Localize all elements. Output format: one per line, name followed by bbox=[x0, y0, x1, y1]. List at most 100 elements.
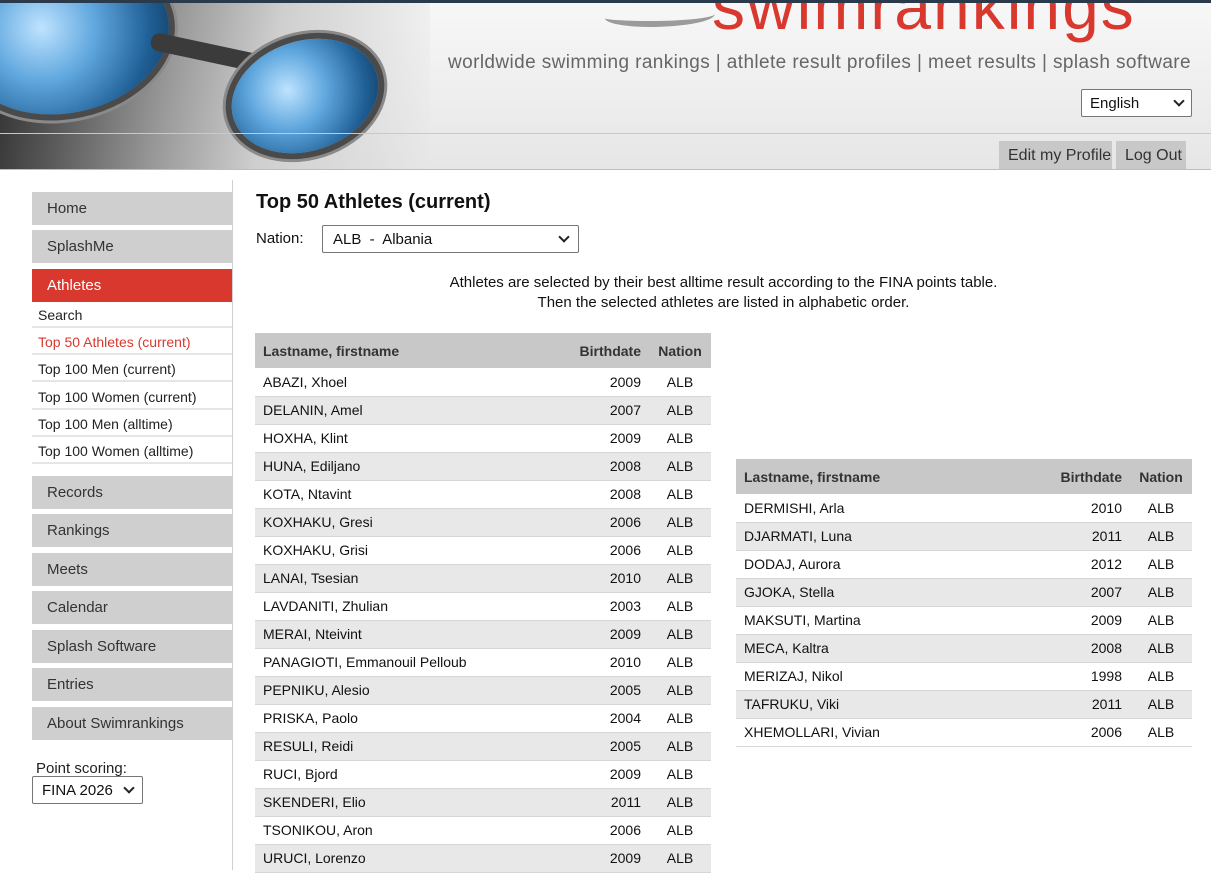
athlete-nation: ALB bbox=[1130, 494, 1192, 523]
table-row[interactable]: URUCI, Lorenzo 2009 ALB bbox=[255, 844, 711, 873]
athlete-birthdate: 2005 bbox=[569, 676, 649, 705]
table-row[interactable]: PRISKA, Paolo 2004 ALB bbox=[255, 704, 711, 733]
athlete-nation: ALB bbox=[1130, 634, 1192, 663]
table-row[interactable]: RESULI, Reidi 2005 ALB bbox=[255, 732, 711, 761]
athlete-name[interactable]: KOTA, Ntavint bbox=[255, 480, 569, 509]
table-row[interactable]: HOXHA, Klint 2009 ALB bbox=[255, 424, 711, 453]
language-select[interactable]: English bbox=[1081, 89, 1192, 117]
athlete-name[interactable]: TSONIKOU, Aron bbox=[255, 816, 569, 845]
table-row[interactable]: GJOKA, Stella 2007 ALB bbox=[736, 578, 1192, 607]
sub-top100-men-current[interactable]: Top 100 Men (current) bbox=[32, 357, 232, 382]
nav-records[interactable]: Records bbox=[32, 476, 232, 509]
athlete-birthdate: 2004 bbox=[569, 704, 649, 733]
athlete-name[interactable]: MAKSUTI, Martina bbox=[736, 606, 1050, 635]
athlete-name[interactable]: KOXHAKU, Gresi bbox=[255, 508, 569, 537]
edit-profile-button[interactable]: Edit my Profile bbox=[999, 141, 1112, 170]
athlete-nation: ALB bbox=[649, 704, 711, 733]
col-birthdate-header[interactable]: Birthdate bbox=[569, 333, 649, 368]
athlete-name[interactable]: PRISKA, Paolo bbox=[255, 704, 569, 733]
col-name-header[interactable]: Lastname, firstname bbox=[255, 333, 569, 368]
nation-label: Nation: bbox=[256, 230, 304, 247]
nav-meets[interactable]: Meets bbox=[32, 553, 232, 586]
athlete-nation: ALB bbox=[649, 732, 711, 761]
table-row[interactable]: MECA, Kaltra 2008 ALB bbox=[736, 634, 1192, 663]
site-header: swimrankings worldwide swimming rankings… bbox=[0, 3, 1211, 170]
table-row[interactable]: TSONIKOU, Aron 2006 ALB bbox=[255, 816, 711, 845]
table-header-row: Lastname, firstname Birthdate Nation bbox=[255, 333, 711, 368]
table-row[interactable]: RUCI, Bjord 2009 ALB bbox=[255, 760, 711, 789]
sub-top100-men-alltime[interactable]: Top 100 Men (alltime) bbox=[32, 412, 232, 437]
athlete-name[interactable]: GJOKA, Stella bbox=[736, 578, 1050, 607]
athletes-table-left: Lastname, firstname Birthdate Nation ABA… bbox=[255, 333, 711, 873]
col-birthdate-header[interactable]: Birthdate bbox=[1050, 459, 1130, 494]
nav-calendar[interactable]: Calendar bbox=[32, 591, 232, 624]
athlete-name[interactable]: MERAI, Nteivint bbox=[255, 620, 569, 649]
table-row[interactable]: DERMISHI, Arla 2010 ALB bbox=[736, 494, 1192, 523]
athlete-name[interactable]: MERIZAJ, Nikol bbox=[736, 662, 1050, 691]
athlete-name[interactable]: LANAI, Tsesian bbox=[255, 564, 569, 593]
sub-search[interactable]: Search bbox=[32, 303, 232, 328]
athlete-nation: ALB bbox=[1130, 662, 1192, 691]
table-row[interactable]: TAFRUKU, Viki 2011 ALB bbox=[736, 690, 1192, 719]
nation-select[interactable]: ALB - Albania bbox=[322, 225, 579, 253]
athlete-birthdate: 2011 bbox=[569, 788, 649, 817]
table-row[interactable]: MERIZAJ, Nikol 1998 ALB bbox=[736, 662, 1192, 691]
athlete-name[interactable]: ABAZI, Xhoel bbox=[255, 368, 569, 397]
sub-top100-women-alltime[interactable]: Top 100 Women (alltime) bbox=[32, 439, 232, 464]
athlete-name[interactable]: HOXHA, Klint bbox=[255, 424, 569, 453]
table-row[interactable]: PANAGIOTI, Emmanouil Pelloub 2010 ALB bbox=[255, 648, 711, 677]
athlete-name[interactable]: DELANIN, Amel bbox=[255, 396, 569, 425]
table-row[interactable]: KOXHAKU, Gresi 2006 ALB bbox=[255, 508, 711, 537]
athlete-nation: ALB bbox=[649, 452, 711, 481]
athlete-name[interactable]: DERMISHI, Arla bbox=[736, 494, 1050, 523]
nav-splash-software[interactable]: Splash Software bbox=[32, 630, 232, 663]
table-row[interactable]: PEPNIKU, Alesio 2005 ALB bbox=[255, 676, 711, 705]
nav-about[interactable]: About Swimrankings bbox=[32, 707, 232, 740]
athlete-birthdate: 2007 bbox=[569, 396, 649, 425]
sub-top100-women-current[interactable]: Top 100 Women (current) bbox=[32, 385, 232, 410]
athlete-name[interactable]: PEPNIKU, Alesio bbox=[255, 676, 569, 705]
nav-rankings[interactable]: Rankings bbox=[32, 514, 232, 547]
nav-splashme[interactable]: SplashMe bbox=[32, 230, 232, 263]
athlete-name[interactable]: SKENDERI, Elio bbox=[255, 788, 569, 817]
athlete-birthdate: 2011 bbox=[1050, 522, 1130, 551]
site-logo[interactable]: swimrankings bbox=[712, 3, 1136, 41]
table-row[interactable]: KOTA, Ntavint 2008 ALB bbox=[255, 480, 711, 509]
athlete-name[interactable]: RUCI, Bjord bbox=[255, 760, 569, 789]
table-row[interactable]: LANAI, Tsesian 2010 ALB bbox=[255, 564, 711, 593]
table-row[interactable]: MERAI, Nteivint 2009 ALB bbox=[255, 620, 711, 649]
athlete-name[interactable]: URUCI, Lorenzo bbox=[255, 844, 569, 873]
athlete-name[interactable]: DJARMATI, Luna bbox=[736, 522, 1050, 551]
athlete-name[interactable]: XHEMOLLARI, Vivian bbox=[736, 718, 1050, 747]
col-nation-header[interactable]: Nation bbox=[649, 333, 711, 368]
table-row[interactable]: DELANIN, Amel 2007 ALB bbox=[255, 396, 711, 425]
athlete-name[interactable]: KOXHAKU, Grisi bbox=[255, 536, 569, 565]
log-out-button[interactable]: Log Out bbox=[1116, 141, 1186, 170]
athlete-birthdate: 2010 bbox=[569, 648, 649, 677]
table-row[interactable]: HUNA, Ediljano 2008 ALB bbox=[255, 452, 711, 481]
nav-athletes[interactable]: Athletes bbox=[32, 269, 232, 302]
table-row[interactable]: ABAZI, Xhoel 2009 ALB bbox=[255, 368, 711, 397]
sub-top50-current[interactable]: Top 50 Athletes (current) bbox=[32, 330, 232, 355]
col-nation-header[interactable]: Nation bbox=[1130, 459, 1192, 494]
athlete-birthdate: 2009 bbox=[569, 760, 649, 789]
table-row[interactable]: DJARMATI, Luna 2011 ALB bbox=[736, 522, 1192, 551]
table-row[interactable]: LAVDANITI, Zhulian 2003 ALB bbox=[255, 592, 711, 621]
athlete-name[interactable]: DODAJ, Aurora bbox=[736, 550, 1050, 579]
athlete-name[interactable]: MECA, Kaltra bbox=[736, 634, 1050, 663]
nav-entries[interactable]: Entries bbox=[32, 668, 232, 701]
athlete-name[interactable]: TAFRUKU, Viki bbox=[736, 690, 1050, 719]
table-row[interactable]: KOXHAKU, Grisi 2006 ALB bbox=[255, 536, 711, 565]
athlete-name[interactable]: RESULI, Reidi bbox=[255, 732, 569, 761]
athlete-name[interactable]: PANAGIOTI, Emmanouil Pelloub bbox=[255, 648, 569, 677]
table-row[interactable]: XHEMOLLARI, Vivian 2006 ALB bbox=[736, 718, 1192, 747]
athlete-name[interactable]: HUNA, Ediljano bbox=[255, 452, 569, 481]
table-row[interactable]: MAKSUTI, Martina 2009 ALB bbox=[736, 606, 1192, 635]
table-row[interactable]: SKENDERI, Elio 2011 ALB bbox=[255, 788, 711, 817]
table-row[interactable]: DODAJ, Aurora 2012 ALB bbox=[736, 550, 1192, 579]
athlete-name[interactable]: LAVDANITI, Zhulian bbox=[255, 592, 569, 621]
col-name-header[interactable]: Lastname, firstname bbox=[736, 459, 1050, 494]
nav-home[interactable]: Home bbox=[32, 192, 232, 225]
athlete-nation: ALB bbox=[1130, 522, 1192, 551]
point-scoring-select[interactable]: FINA 2026 bbox=[32, 776, 143, 804]
